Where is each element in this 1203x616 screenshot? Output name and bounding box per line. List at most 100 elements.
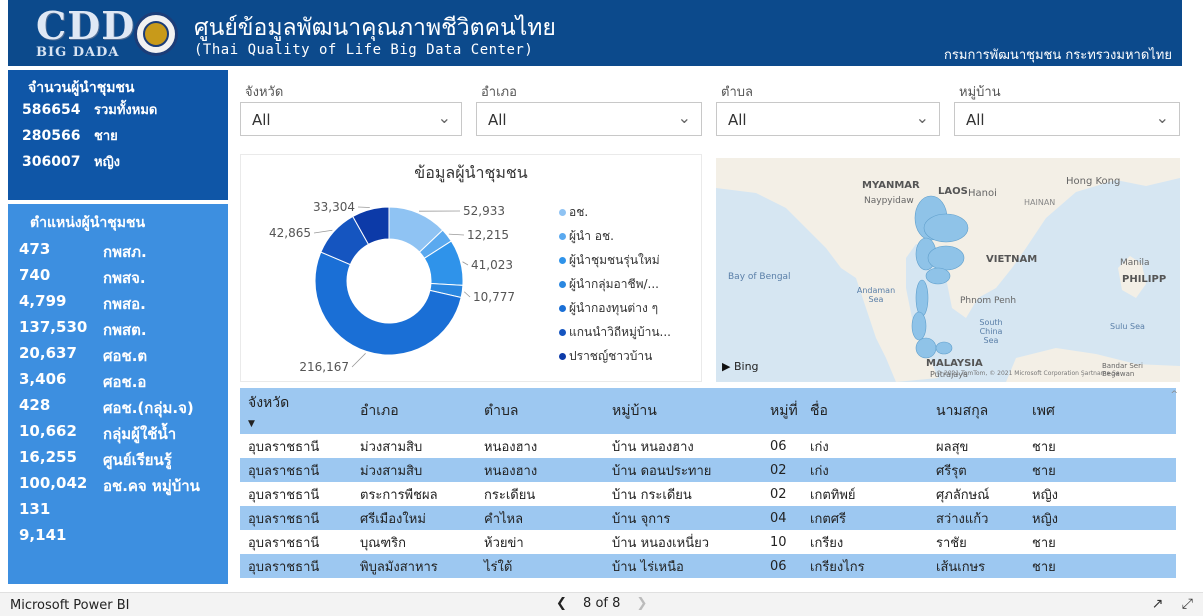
column-header-village-no[interactable]: หมู่ที่ [762, 388, 802, 434]
district-slicer-label: อำเภอ [481, 85, 517, 100]
position-value: 3,406 [19, 370, 67, 388]
page-navigator: ❮ 8 of 8 ❯ [550, 596, 653, 611]
legend-item[interactable]: ผู้นำ อช. [559, 227, 614, 246]
table-row[interactable]: อุบลราชธานี ตระการพืชผล กระเดียน บ้าน กระเด… [240, 482, 1176, 506]
position-value: 740 [19, 266, 51, 284]
cell-district: ม่วงสามสิบ [352, 434, 476, 458]
column-header-gender[interactable]: เพศ [1024, 388, 1176, 434]
column-header-last-name[interactable]: นามสกุล [928, 388, 1024, 434]
cell-last-name: ราชัย [928, 530, 1024, 554]
cell-province: อุบลราชธานี [240, 434, 352, 458]
cell-gender: ชาย [1024, 554, 1176, 578]
map-visual[interactable]: MYANMAR Naypyidaw LAOS Hanoi HAINAN Hong… [716, 158, 1180, 382]
column-header-province[interactable]: จังหวัด ▼ [240, 388, 352, 434]
chevron-down-icon: ⌄ [1155, 108, 1169, 127]
previous-page-icon[interactable]: ❮ [556, 596, 567, 611]
fullscreen-icon[interactable]: ⤢ [1182, 596, 1193, 612]
position-label: ศอช.ต [103, 347, 148, 365]
province-slicer: จังหวัด All ⌄ [240, 74, 462, 146]
province-dropdown[interactable]: All ⌄ [240, 102, 462, 136]
share-icon[interactable]: ↗ [1152, 596, 1164, 612]
position-value: 131 [19, 500, 51, 518]
cell-gender: ชาย [1024, 530, 1176, 554]
leader-donut-chart[interactable]: ข้อมูลผู้นำชุมชน 52,933 12,215 41,023 10,77… [240, 154, 702, 382]
position-label: กพสอ. [103, 295, 146, 313]
cell-village-no: 02 [762, 482, 802, 506]
cell-subdistrict: กระเดียน [476, 482, 604, 506]
legend-item[interactable]: อช. [559, 203, 588, 222]
powerbi-brand[interactable]: Microsoft Power BI [10, 598, 129, 613]
district-dropdown[interactable]: All ⌄ [476, 102, 702, 136]
map-label-myanmar: MYANMAR [862, 180, 920, 191]
legend-item[interactable]: ผู้นำกองทุนต่าง ๆ [559, 299, 658, 318]
donut-leader-line [351, 353, 366, 368]
donut-data-label: 12,215 [467, 228, 509, 242]
scroll-up-icon[interactable]: ^ [1170, 390, 1178, 400]
legend-dot [559, 209, 566, 216]
cell-last-name: สว่างแก้ว [928, 506, 1024, 530]
subdistrict-slicer-label: ตำบล [721, 85, 753, 100]
legend-item[interactable]: ผู้นำชุมชนรุ่นใหม่ [559, 251, 660, 270]
table-row[interactable]: อุบลราชธานี บุณฑริก ห้วยข่า บ้าน หนองเหนี่ย… [240, 530, 1176, 554]
cell-gender: หญิง [1024, 482, 1176, 506]
legend-item[interactable]: แกนนำวิถีหมู่บ้าน... [559, 323, 671, 342]
table-row[interactable]: อุบลราชธานี พิบูลมังสาหาร ไร่ใต้ บ้าน ไร่เห… [240, 554, 1176, 578]
legend-dot [559, 305, 566, 312]
leader-male-label: ชาย [94, 129, 118, 144]
leader-table[interactable]: ^ จังหวัด ▼ อำเภอ ตำบล หมู่บ้าน หมู่ที่ ช… [240, 388, 1182, 584]
table-row[interactable]: อุบลราชธานี ม่วงสามสิบ หนองฮาง บ้าน หนองฮาง… [240, 434, 1176, 458]
cell-subdistrict: หนองฮาง [476, 434, 604, 458]
map-label-hainan: HAINAN [1024, 198, 1056, 207]
cell-district: ศรีเมืองใหม่ [352, 506, 476, 530]
donut-data-label: 216,167 [299, 360, 349, 374]
position-card: ตำแหน่งผู้นำชุมชน 473 740 4,799 137,530 … [8, 204, 228, 584]
position-label: ศอช.อ [103, 373, 147, 391]
logo-text: CDD [36, 3, 136, 48]
map-copyright: © 2021 TomTom, © 2021 Microsoft Corporat… [936, 370, 1120, 377]
column-header-village[interactable]: หมู่บ้าน [604, 388, 762, 434]
cell-subdistrict: ไร่ใต้ [476, 554, 604, 578]
donut-leader-line [313, 229, 333, 234]
cell-subdistrict: หนองฮาง [476, 458, 604, 482]
leader-female-value: 306007 [22, 154, 81, 170]
cell-last-name: ศรีรุต [928, 458, 1024, 482]
column-header-first-name[interactable]: ชื่อ [802, 388, 928, 434]
position-value: 10,662 [19, 422, 77, 440]
table-row[interactable]: อุบลราชธานี ศรีเมืองใหม่ คำไหล บ้าน จุการ 04… [240, 506, 1176, 530]
next-page-icon[interactable]: ❯ [637, 596, 648, 611]
legend-label: ผู้นำกลุ่มอาชีพ/... [569, 277, 659, 291]
subdistrict-dropdown[interactable]: All ⌄ [716, 102, 940, 136]
position-value: 16,255 [19, 448, 77, 466]
column-header-district[interactable]: อำเภอ [352, 388, 476, 434]
cell-gender: หญิง [1024, 506, 1176, 530]
legend-dot [559, 257, 566, 264]
legend-label: ผู้นำกองทุนต่าง ๆ [569, 301, 659, 315]
donut-data-label: 41,023 [471, 258, 513, 272]
cell-district: ตระการพืชผล [352, 482, 476, 506]
cell-village-no: 02 [762, 458, 802, 482]
position-label: อช.คจ หมู่บ้าน [103, 477, 200, 495]
donut-leader-line [463, 291, 471, 298]
cell-village: บ้าน หนองฮาง [604, 434, 762, 458]
column-header-subdistrict[interactable]: ตำบล [476, 388, 604, 434]
village-slicer-label: หมู่บ้าน [959, 85, 1001, 100]
position-label: กลุ่มผู้ใช้น้ำ [103, 425, 177, 443]
donut-data-label: 52,933 [463, 204, 505, 218]
village-dropdown[interactable]: All ⌄ [954, 102, 1180, 136]
cell-village-no: 06 [762, 434, 802, 458]
position-value: 9,141 [19, 526, 67, 544]
cell-village-no: 04 [762, 506, 802, 530]
position-title: ตำแหน่งผู้นำชุมชน [30, 215, 146, 231]
cell-district: พิบูลมังสาหาร [352, 554, 476, 578]
cell-last-name: เส้นเกษร [928, 554, 1024, 578]
legend-dot [559, 233, 566, 240]
table-row[interactable]: อุบลราชธานี ม่วงสามสิบ หนองฮาง บ้าน ดอนประท… [240, 458, 1176, 482]
donut-data-label: 33,304 [313, 200, 355, 214]
legend-item[interactable]: ผู้นำกลุ่มอาชีพ/... [559, 275, 659, 294]
cell-province: อุบลราชธานี [240, 554, 352, 578]
cell-village-no: 06 [762, 554, 802, 578]
logo-subtext: BIG DADA [36, 45, 120, 60]
map-label-hongkong: Hong Kong [1066, 176, 1121, 187]
legend-item[interactable]: ปราชญ์ชาวบ้าน [559, 347, 652, 366]
leader-count-title: จำนวนผู้นำชุมชน [28, 80, 135, 96]
